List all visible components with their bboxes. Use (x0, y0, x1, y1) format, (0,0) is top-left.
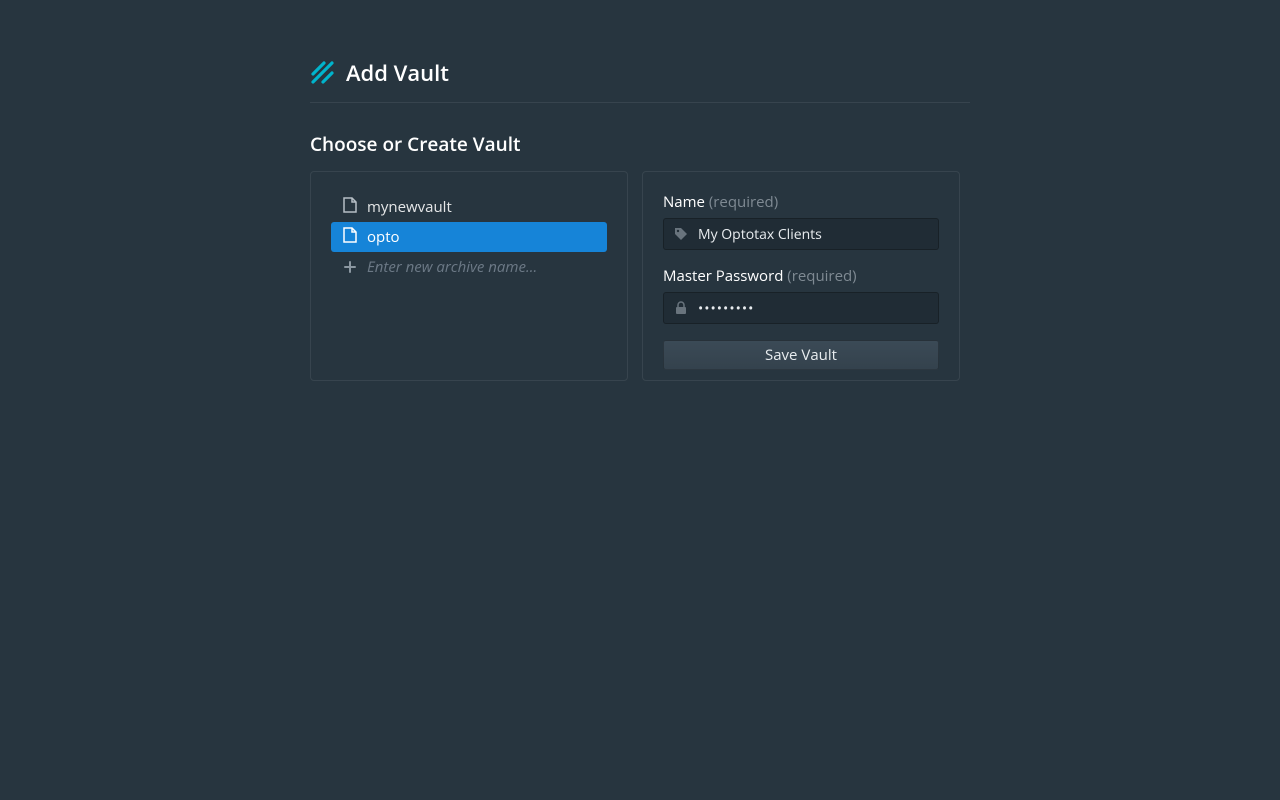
vault-list-panel: mynewvault opto (310, 171, 628, 381)
lock-icon (674, 301, 688, 315)
vault-new-row[interactable] (331, 252, 607, 282)
app-logo-icon (310, 60, 336, 86)
name-input[interactable] (698, 225, 928, 244)
new-archive-input[interactable] (367, 257, 595, 277)
header: Add Vault (310, 58, 970, 103)
page-title: Add Vault (346, 58, 449, 88)
password-input[interactable] (698, 299, 928, 318)
vault-item-label: mynewvault (367, 197, 452, 217)
plus-icon (343, 261, 357, 273)
password-input-wrap[interactable] (663, 292, 939, 324)
name-label: Name (required) (663, 192, 939, 212)
vault-item-mynewvault[interactable]: mynewvault (331, 192, 607, 222)
save-vault-button[interactable]: Save Vault (663, 340, 939, 370)
name-input-wrap[interactable] (663, 218, 939, 250)
vault-item-label: opto (367, 227, 400, 247)
vault-form-panel: Name (required) Master Password (642, 171, 960, 381)
password-label: Master Password (required) (663, 266, 939, 286)
section-title: Choose or Create Vault (310, 131, 970, 157)
document-icon (343, 227, 357, 248)
tag-icon (674, 227, 688, 241)
vault-item-opto[interactable]: opto (331, 222, 607, 252)
document-icon (343, 197, 357, 218)
